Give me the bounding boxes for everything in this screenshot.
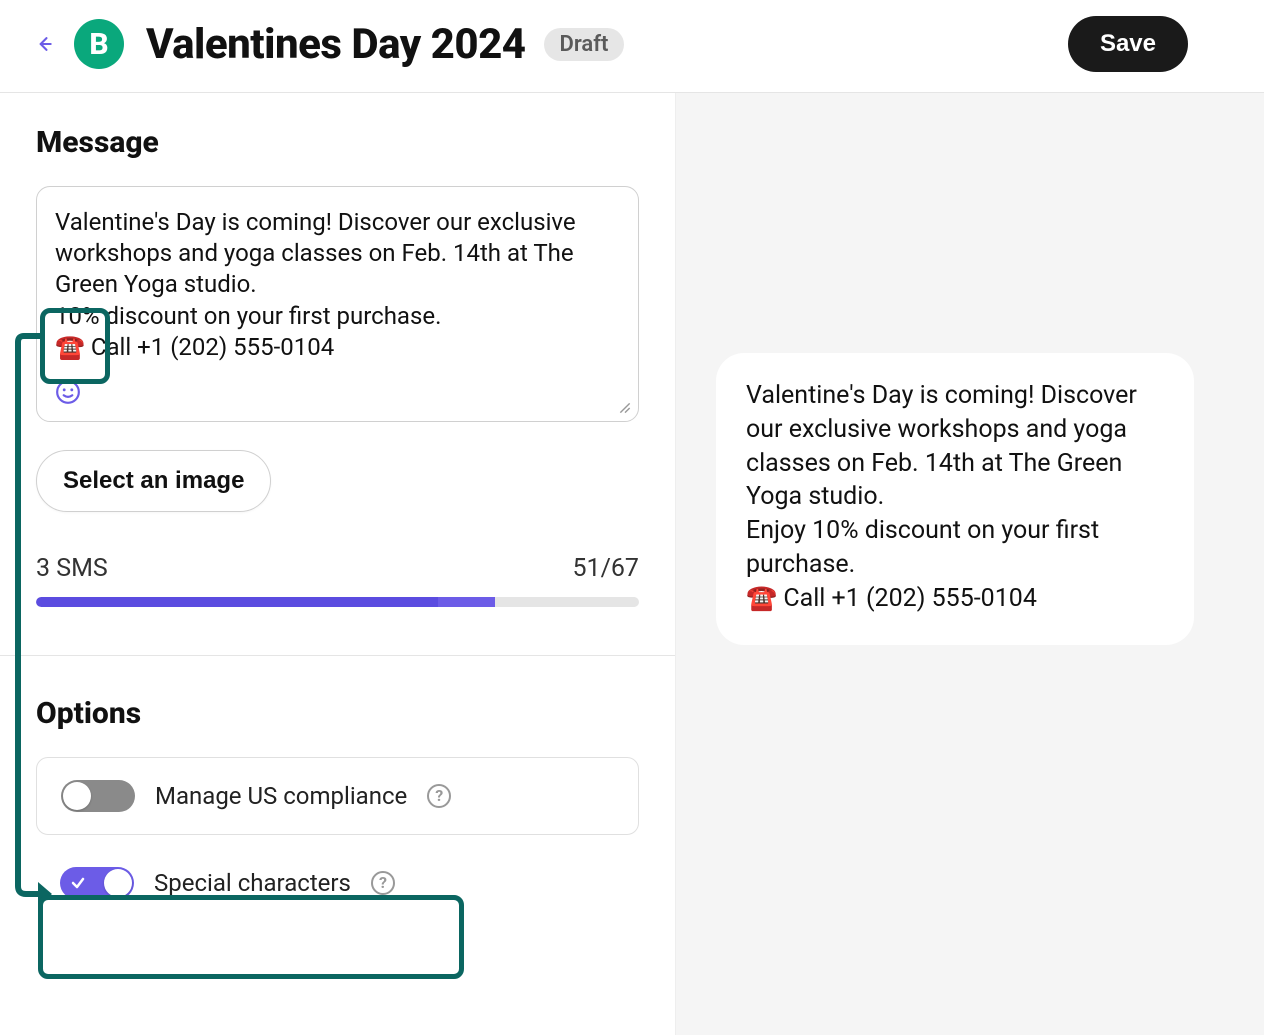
help-icon[interactable]: ? [371, 871, 395, 895]
options-section: Options Manage US compliance ? [36, 656, 639, 921]
char-counter: 51/67 [572, 554, 639, 583]
toggle-knob [63, 782, 91, 810]
sms-progress-prev [36, 597, 438, 607]
toggle-us-compliance[interactable] [61, 780, 135, 812]
option-card-compliance: Manage US compliance ? [36, 757, 639, 835]
emoji-picker-button[interactable] [55, 379, 81, 405]
option-label-compliance: Manage US compliance [155, 782, 407, 810]
option-label-special: Special characters [154, 869, 351, 897]
left-panel: Message Valentine's Day is coming! Disco… [0, 93, 676, 1035]
status-badge: Draft [544, 28, 625, 61]
save-button[interactable]: Save [1068, 16, 1188, 72]
sms-progress-bar [36, 597, 639, 607]
editor-header: B Valentines Day 2024 Draft Save [0, 0, 1264, 93]
toggle-knob [104, 869, 132, 897]
sms-progress-fill [438, 597, 495, 607]
page-title: Valentines Day 2024 [146, 20, 526, 69]
back-button[interactable] [28, 28, 60, 60]
toggle-special-characters[interactable] [60, 867, 134, 899]
select-image-button[interactable]: Select an image [36, 450, 271, 512]
smiley-icon [55, 379, 81, 405]
message-textarea[interactable]: Valentine's Day is coming! Discover our … [55, 207, 618, 363]
option-row-special-chars: Special characters ? [36, 845, 639, 921]
option-row: Manage US compliance ? [37, 758, 638, 834]
message-editor-box: Valentine's Day is coming! Discover our … [36, 186, 639, 422]
preview-message-bubble: Valentine's Day is coming! Discover our … [716, 353, 1194, 645]
check-icon [70, 875, 86, 891]
help-icon[interactable]: ? [427, 784, 451, 808]
sms-counter-row: 3 SMS 51/67 [36, 554, 639, 583]
arrow-left-icon [34, 34, 54, 54]
message-heading: Message [36, 125, 639, 160]
resize-handle-icon[interactable] [618, 401, 632, 415]
brand-avatar: B [74, 19, 124, 69]
main-area: Message Valentine's Day is coming! Disco… [0, 93, 1264, 1035]
sms-count-label: 3 SMS [36, 554, 108, 583]
brand-initial: B [89, 27, 108, 62]
options-heading: Options [36, 696, 639, 731]
preview-panel: Valentine's Day is coming! Discover our … [676, 93, 1264, 1035]
